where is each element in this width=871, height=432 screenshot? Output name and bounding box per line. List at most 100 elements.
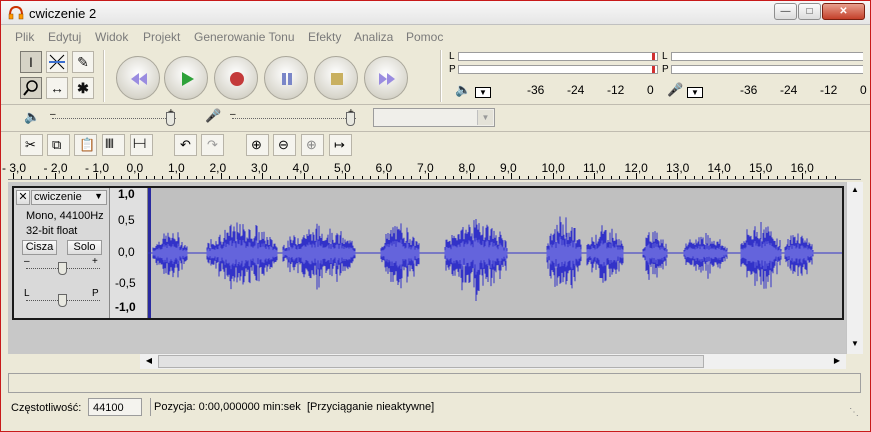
input-volume-thumb[interactable] <box>346 112 355 126</box>
ruler-label: - 2,0 <box>43 161 68 175</box>
ruler-minor-tick <box>353 176 355 179</box>
audio-track[interactable]: ✕ cwiczenie ▼ Mono, 44100Hz 32-bit float… <box>12 186 844 320</box>
cut-button[interactable]: ✂ <box>20 134 43 156</box>
menu-help[interactable]: Pomoc <box>406 30 443 44</box>
undo-icon: ↶ <box>180 137 191 152</box>
ruler-major-tick <box>635 173 637 179</box>
horizontal-scrollbar[interactable]: ◀ ▶ <box>140 353 846 369</box>
record-button[interactable] <box>214 56 258 100</box>
skip-to-end-button[interactable] <box>364 56 408 100</box>
stop-button[interactable] <box>314 56 358 100</box>
trim-icon: ||||| <box>105 138 114 149</box>
ruler-major-tick <box>386 173 388 179</box>
menu-project[interactable]: Projekt <box>143 30 180 44</box>
envelope-tool-button[interactable] <box>46 51 68 73</box>
ruler-major-tick <box>552 173 554 179</box>
scroll-down-button[interactable]: ▼ <box>847 336 863 352</box>
zoom-in-icon: ⊕ <box>251 137 262 152</box>
track-panel: ✕ cwiczenie ▼ Mono, 44100Hz 32-bit float… <box>8 182 846 354</box>
undo-button[interactable]: ↶ <box>174 134 197 156</box>
rate-label: Częstotliwość: <box>11 402 82 414</box>
ruler-minor-tick <box>170 176 172 179</box>
menu-generate[interactable]: Generowanie Tonu <box>194 30 295 44</box>
pencil-icon: ✎ <box>77 54 89 70</box>
minimize-button[interactable]: — <box>774 3 797 20</box>
ruler-label: 0,0 <box>126 161 144 175</box>
ruler-label: 4,0 <box>292 161 310 175</box>
paste-button[interactable]: 📋 <box>74 134 97 156</box>
waveform-display[interactable] <box>148 188 842 318</box>
window-title: cwiczenie 2 <box>29 6 97 21</box>
output-volume-slider[interactable]: – + <box>50 107 180 127</box>
vertical-scrollbar[interactable]: ▲ ▼ <box>846 182 863 354</box>
copy-button[interactable]: ⧉ <box>47 134 70 156</box>
pause-button[interactable] <box>264 56 308 100</box>
dropdown-arrow-icon: ▼ <box>475 87 491 98</box>
ruler-minor-tick <box>486 176 488 179</box>
scroll-right-button[interactable]: ▶ <box>830 354 844 368</box>
zoom-in-button[interactable]: ⊕ <box>246 134 269 156</box>
ruler-label: 1,0 <box>168 161 185 175</box>
ruler-minor-tick <box>436 176 438 179</box>
ruler-minor-tick <box>494 176 496 179</box>
fit-project-button[interactable]: ↦ <box>329 134 352 156</box>
track-close-button[interactable]: ✕ <box>16 190 30 205</box>
redo-icon: ↷ <box>207 137 218 152</box>
chevron-down-icon: ▼ <box>94 191 103 201</box>
zoom-tool-button[interactable] <box>20 77 42 99</box>
scroll-left-button[interactable]: ◀ <box>142 354 156 368</box>
input-volume-slider[interactable]: – + <box>230 107 360 127</box>
ruler-minor-tick <box>328 176 330 179</box>
pan-slider-thumb[interactable] <box>58 294 67 307</box>
solo-button[interactable]: Solo <box>67 240 102 255</box>
ruler-minor-tick <box>519 176 521 179</box>
ruler-minor-tick <box>618 176 620 179</box>
menu-file[interactable]: Plik <box>15 30 34 44</box>
timeline-ruler[interactable]: - 3,0 - 2,0 - 1,0 0,0 1,0 2,0 3,0 4,0 5,0 6,0 7,0 8… <box>2 160 861 180</box>
mute-button[interactable]: Cisza <box>22 240 57 255</box>
project-rate-field[interactable]: 44100 <box>88 398 142 416</box>
ruler-minor-tick <box>751 176 753 179</box>
silence-icon: |—| <box>133 138 146 149</box>
maximize-button[interactable]: □ <box>798 3 821 20</box>
scroll-up-button[interactable]: ▲ <box>847 182 863 198</box>
close-button[interactable]: ✕ <box>822 3 865 20</box>
menu-edit[interactable]: Edytuj <box>48 30 81 44</box>
ruler-minor-tick <box>743 176 745 179</box>
ruler-label: 2,0 <box>209 161 227 175</box>
menu-view[interactable]: Widok <box>95 30 128 44</box>
ruler-minor-tick <box>701 176 703 179</box>
track-name-menu[interactable]: cwiczenie ▼ <box>31 190 107 205</box>
copy-icon: ⧉ <box>52 137 62 152</box>
skip-to-start-button[interactable] <box>116 56 160 100</box>
input-source-dropdown[interactable]: ▼ <box>373 108 495 127</box>
menu-effects[interactable]: Efekty <box>308 30 341 44</box>
trim-button[interactable]: ||||| <box>102 134 125 156</box>
rec-meter-menu[interactable]: 🎤 ▼ <box>667 82 707 100</box>
selection-tool-button[interactable]: I <box>20 51 42 73</box>
gain-slider-thumb[interactable] <box>58 262 67 275</box>
ruler-minor-tick <box>278 176 280 179</box>
waveform <box>148 188 842 318</box>
timeshift-tool-button[interactable]: ↔ <box>46 77 68 99</box>
project-rate-value: 44100 <box>93 402 124 414</box>
silence-button[interactable]: |—| <box>130 134 153 156</box>
play-button[interactable] <box>164 56 208 100</box>
redo-button[interactable]: ↷ <box>201 134 224 156</box>
horizontal-scroll-thumb[interactable] <box>158 355 704 368</box>
fit-selection-button[interactable]: ⊕ <box>301 134 324 156</box>
output-volume-thumb[interactable] <box>166 112 175 126</box>
draw-tool-button[interactable]: ✎ <box>72 51 94 73</box>
zoom-out-button[interactable]: ⊖ <box>273 134 296 156</box>
play-icon <box>182 72 194 86</box>
dropdown-arrow-icon: ▼ <box>477 110 493 125</box>
scissors-icon: ✂ <box>25 137 36 152</box>
play-meter-menu[interactable]: 🔈 ▼ <box>455 82 495 100</box>
multi-tool-button[interactable]: ✱ <box>72 77 94 99</box>
resize-grip-icon[interactable]: ⋱ <box>849 407 859 418</box>
vruler-label: 1,0 <box>118 187 135 201</box>
position-text: Pozycja: 0:00,000000 min:sek <box>154 401 301 413</box>
menu-analyze[interactable]: Analiza <box>354 30 393 44</box>
ruler-major-tick <box>760 173 761 179</box>
ruler-minor-tick <box>444 176 446 179</box>
